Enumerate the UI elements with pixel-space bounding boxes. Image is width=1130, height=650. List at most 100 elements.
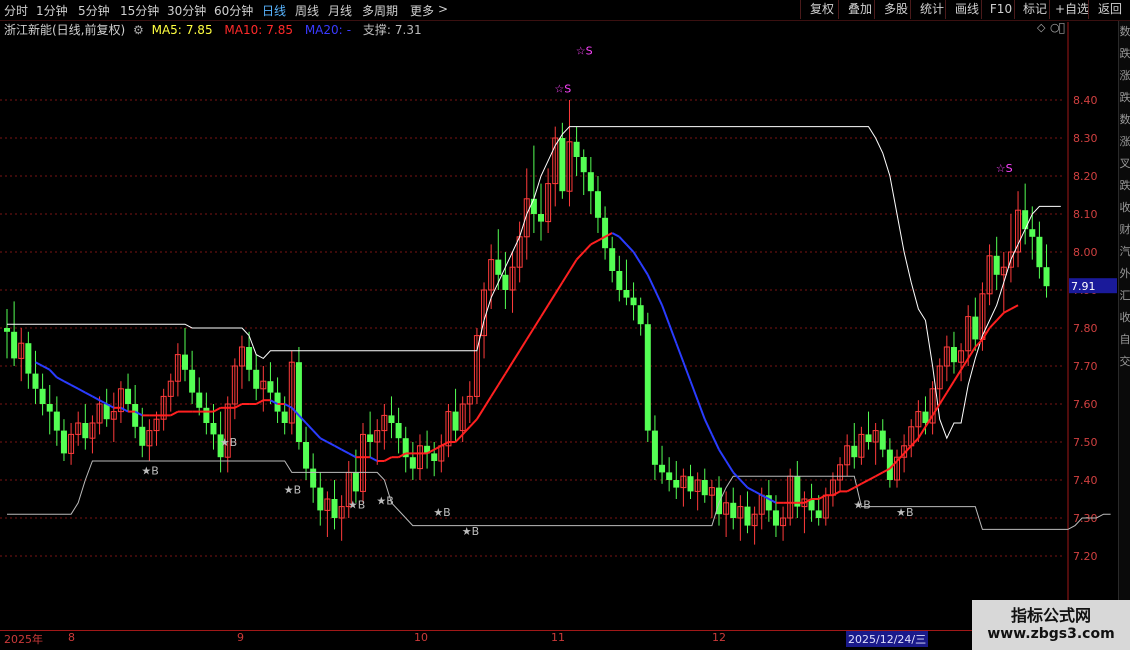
ma20-segment: [639, 262, 649, 276]
ma20-segment: [84, 391, 93, 398]
ma20-segment: [369, 456, 378, 462]
buy-signal-marker: ★B: [220, 436, 237, 449]
watermark-badge: 指标公式网 www.zbgs3.com: [972, 600, 1130, 650]
ma20-segment: [35, 361, 44, 367]
support-line: [7, 460, 1111, 530]
ma20-segment: [668, 323, 678, 344]
ma20-segment: [383, 456, 392, 462]
ma20-segment: [988, 319, 998, 329]
ma20-segment: [654, 289, 663, 306]
price-tick-label: 7.80: [1073, 322, 1098, 335]
ma20-segment: [42, 365, 51, 371]
candle-body-down: [879, 430, 886, 450]
candle-body-down: [103, 404, 110, 420]
buy-signal-marker: ★B: [853, 499, 870, 512]
price-tick-label: 8.40: [1073, 94, 1098, 107]
side-strip-char[interactable]: 跌: [1119, 43, 1130, 65]
ma20-segment: [48, 369, 58, 379]
side-strip-char[interactable]: 交: [1119, 351, 1130, 373]
side-strip-char[interactable]: 数: [1119, 21, 1130, 43]
candle-body-down: [637, 305, 644, 325]
ma20-segment: [568, 259, 578, 272]
candle-body-down: [502, 274, 509, 290]
buy-signal-marker: ★B: [141, 464, 158, 477]
ma20-segment: [853, 482, 862, 489]
candle-body-down: [687, 476, 694, 492]
sell-signal-marker: ☆S: [554, 82, 571, 95]
candle-body-down: [4, 328, 10, 332]
candle-body-down: [851, 445, 858, 458]
buy-signal-marker: ★B: [284, 483, 301, 496]
ma20-segment: [575, 251, 585, 261]
candle-body-down: [1029, 229, 1036, 237]
ma20-segment: [540, 304, 549, 318]
candle-body-down: [644, 324, 651, 431]
ma20-segment: [91, 395, 101, 402]
ma20-segment: [476, 407, 485, 420]
side-strip[interactable]: 数 跌 涨 跌 数 涨 叉 跌 收 财 汽 外 汇 收 自 交: [1118, 21, 1130, 630]
ma20-segment: [747, 486, 756, 493]
ma20-segment: [170, 410, 179, 417]
candle-body-down: [246, 347, 253, 370]
buy-signal-marker: ★B: [896, 506, 913, 519]
price-tick-label: 8.20: [1073, 170, 1098, 183]
side-strip-char[interactable]: 数: [1119, 109, 1130, 131]
watermark-title: 指标公式网: [1010, 606, 1091, 625]
price-tick-label: 7.20: [1073, 550, 1098, 563]
candle-body-down: [651, 430, 658, 465]
ma20-segment: [725, 460, 735, 473]
ma20-segment: [696, 399, 706, 420]
ma20-segment: [618, 236, 628, 246]
ma20-segment: [525, 327, 535, 340]
candle-body-down: [60, 430, 67, 454]
date-label-aug: 8: [68, 631, 75, 644]
ma20-segment: [319, 437, 328, 443]
candle-body-down: [666, 472, 673, 480]
side-strip-char[interactable]: 跌: [1119, 175, 1130, 197]
ma20-segment: [440, 441, 449, 447]
candlestick-chart: 8.408.308.208.108.007.907.807.707.607.50…: [0, 22, 1117, 629]
candle-body-down: [1036, 236, 1043, 268]
side-strip-char[interactable]: 收: [1119, 307, 1130, 329]
candle-body-down: [125, 388, 132, 404]
side-strip-char[interactable]: 跌: [1119, 87, 1130, 109]
candle-body-down: [182, 354, 188, 370]
candle-body-down: [295, 362, 302, 442]
candle-body-down: [922, 411, 929, 423]
ma20-segment: [995, 312, 1005, 322]
ma20-segment: [554, 281, 564, 295]
candle-body-down: [132, 404, 139, 427]
date-label-year: 2025年: [4, 633, 43, 646]
price-tick-label: 7.70: [1073, 360, 1098, 373]
ma20-segment: [675, 342, 685, 363]
candle-body-down: [25, 343, 32, 374]
side-strip-char[interactable]: 汽: [1119, 241, 1130, 263]
side-strip-char[interactable]: 收: [1119, 197, 1130, 219]
ma20-segment: [518, 338, 528, 352]
ma20-segment: [689, 380, 699, 401]
candle-body-down: [431, 453, 438, 461]
candle-body-down: [609, 248, 616, 271]
buy-signal-marker: ★B: [462, 525, 479, 538]
side-strip-char[interactable]: 自: [1119, 329, 1130, 351]
candle-body-down: [659, 464, 666, 473]
ma20-segment: [967, 346, 977, 359]
side-strip-char[interactable]: 涨: [1119, 131, 1130, 153]
candle-body-down: [630, 297, 637, 306]
candle-body-down: [253, 369, 260, 389]
side-strip-char[interactable]: 涨: [1119, 65, 1130, 87]
date-label-nov: 11: [551, 631, 565, 644]
ma20-segment: [561, 270, 571, 283]
side-strip-char[interactable]: 汇: [1119, 285, 1130, 307]
ma20-segment: [1010, 304, 1019, 310]
side-strip-char[interactable]: 财: [1119, 219, 1130, 241]
candle-body-down: [203, 407, 210, 423]
side-strip-char[interactable]: 外: [1119, 263, 1130, 285]
sell-signal-marker: ☆S: [576, 44, 593, 57]
ma20-segment: [846, 486, 855, 493]
ma20-segment: [234, 403, 243, 409]
ma20-segment: [818, 494, 827, 500]
date-axis: 2025年 8 9 10 11 12 2025/12/24/三: [0, 630, 1070, 647]
side-strip-char[interactable]: 叉: [1119, 153, 1130, 175]
candle-body-down: [1043, 267, 1050, 287]
